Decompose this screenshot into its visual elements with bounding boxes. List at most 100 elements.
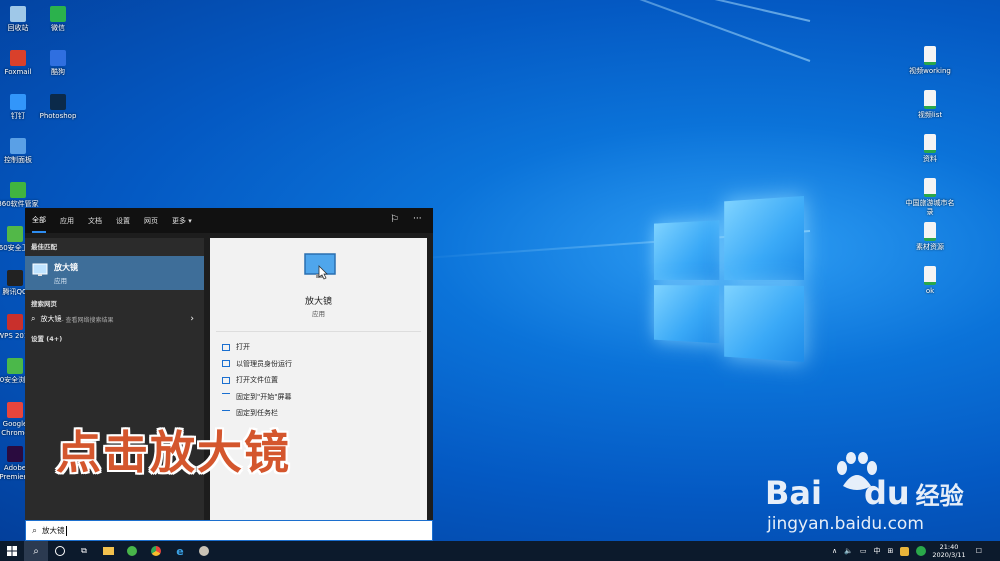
light-beam <box>133 0 811 62</box>
folder-icon <box>102 547 114 555</box>
open-icon <box>222 343 230 351</box>
best-match-subtitle: 应用 <box>54 277 67 285</box>
tab-web[interactable]: 网页 <box>144 209 158 232</box>
more-options-icon[interactable]: ··· <box>413 214 422 224</box>
desktop-file-label: ok <box>925 287 935 295</box>
feedback-icon[interactable]: ⚐ <box>390 214 399 225</box>
tab-all[interactable]: 全部 <box>32 208 46 233</box>
taskbar-ie[interactable]: e <box>168 541 192 561</box>
magnifier-large-icon <box>304 253 336 280</box>
desktop-file-label: 资料 <box>923 155 937 163</box>
ie-icon: e <box>176 544 184 558</box>
recycle-bin-icon <box>10 6 26 22</box>
kugou-icon <box>50 50 66 66</box>
desktop: 回收站微信Foxmail酷狗钉钉Photoshop控制面板360软件管家360安… <box>0 0 1000 541</box>
web-search-item[interactable]: ⌕ 放大镜 - 查看网络搜索结果 › <box>25 311 204 327</box>
notification-icon[interactable]: ☐ <box>976 547 982 555</box>
tray-chevron-up-icon[interactable]: ∧ <box>832 547 837 555</box>
action-open-file-location[interactable]: 打开文件位置 <box>210 372 427 389</box>
action-pin-start[interactable]: 固定到"开始"屏幕 <box>210 389 427 406</box>
desktop-file-label: 视频working <box>909 67 951 75</box>
chrome-icon <box>151 546 161 556</box>
desktop-shortcut[interactable]: 控制面板 <box>0 138 43 165</box>
desktop-file[interactable]: ok <box>905 266 955 296</box>
pin-icon <box>222 393 230 400</box>
tab-apps[interactable]: 应用 <box>60 209 74 232</box>
desktop-shortcut-label: 控制面板 <box>4 156 32 164</box>
detail-subtitle: 应用 <box>312 310 325 318</box>
task-view-button[interactable]: ⧉ <box>72 541 96 561</box>
desktop-file[interactable]: 视频working <box>905 46 955 76</box>
360-security-icon <box>7 226 23 242</box>
folder-icon <box>222 376 230 384</box>
windows-logo <box>654 196 804 362</box>
chevron-right-icon: › <box>190 314 194 324</box>
chrome-icon <box>7 402 23 418</box>
photoshop-icon <box>50 94 66 110</box>
settings-header[interactable]: 设置 (4+) <box>25 330 204 346</box>
shield-icon <box>222 360 230 368</box>
desktop-shortcut-label: 酷狗 <box>51 68 65 76</box>
taskbar-explorer[interactable] <box>96 541 120 561</box>
magnifier-icon <box>32 263 48 276</box>
best-match-item[interactable]: 放大镜 应用 <box>25 256 204 290</box>
360-icon <box>127 546 137 556</box>
desktop-file-label: 素材资源 <box>916 243 944 251</box>
taskbar-search-button[interactable]: ⌕ <box>24 541 48 561</box>
brand-bai: Bai <box>765 474 822 512</box>
taskbar-app[interactable] <box>192 541 216 561</box>
start-button[interactable] <box>0 541 24 561</box>
tray-app-icon[interactable] <box>900 546 910 556</box>
desktop-file[interactable]: 视频list <box>905 90 955 120</box>
ime-indicator[interactable]: 中 <box>873 546 880 556</box>
wechat-tray-icon[interactable] <box>916 546 927 556</box>
taskbar-chrome[interactable] <box>144 541 168 561</box>
cortana-button[interactable] <box>48 541 72 561</box>
detail-title: 放大镜 <box>304 297 332 307</box>
qq-icon <box>7 270 23 286</box>
text-cursor <box>65 525 67 536</box>
search-tabs: 全部 应用 文档 设置 网页 更多 ▾ ⚐ ··· <box>25 208 433 233</box>
file-icon <box>924 90 936 109</box>
tab-more[interactable]: 更多 ▾ <box>172 209 192 232</box>
tutorial-caption: 点击放大镜 <box>56 426 292 479</box>
light-beam <box>166 0 811 22</box>
taskbar-360[interactable] <box>120 541 144 561</box>
web-search-header: 搜索网页 <box>31 300 57 308</box>
control-panel-icon <box>10 138 26 154</box>
desktop-file[interactable]: 资料 <box>905 134 955 164</box>
file-icon <box>924 266 936 285</box>
app-tray-icon[interactable]: ⊞ <box>887 547 893 555</box>
clock-date: 2020/3/11 <box>932 551 966 559</box>
web-search-query: 放大镜 <box>40 315 62 323</box>
desktop-shortcut[interactable]: 360软件管家 <box>0 182 43 209</box>
desktop-shortcut[interactable]: 酷狗 <box>33 50 83 77</box>
search-icon: ⌕ <box>32 525 38 536</box>
desktop-shortcut[interactable]: Photoshop <box>33 94 83 121</box>
divider <box>216 331 421 332</box>
windows-start-icon <box>7 546 17 556</box>
dingtalk-icon <box>10 94 26 110</box>
search-input[interactable]: ⌕ 放大镜 <box>25 520 433 541</box>
network-icon[interactable]: ▭ <box>860 547 867 555</box>
desktop-file[interactable]: 中国旅游城市名录 <box>905 178 955 217</box>
app-icon <box>199 546 209 556</box>
tab-documents[interactable]: 文档 <box>88 209 102 232</box>
wechat-icon <box>50 6 66 22</box>
desktop-file[interactable]: 素材资源 <box>905 222 955 252</box>
tab-settings[interactable]: 设置 <box>116 209 130 232</box>
brand-du: du <box>863 474 910 512</box>
volume-icon[interactable]: 🔈 <box>844 547 853 555</box>
action-run-as-admin[interactable]: 以管理员身份运行 <box>210 356 427 373</box>
file-icon <box>924 178 936 197</box>
file-icon <box>924 46 936 65</box>
desktop-file-label: 视频list <box>917 111 943 119</box>
cortana-icon <box>55 546 65 556</box>
best-match-title: 放大镜 <box>54 263 78 272</box>
taskbar: ⌕ ⧉ e ∧ 🔈 ▭ 中 ⊞ 21:40 2020/3/11 ☐ <box>0 541 1000 561</box>
360-browser-icon <box>7 358 23 374</box>
desktop-shortcut-label: Photoshop <box>39 112 77 120</box>
action-open[interactable]: 打开 <box>210 339 427 356</box>
desktop-shortcut[interactable]: 微信 <box>33 6 83 33</box>
clock[interactable]: 21:40 2020/3/11 <box>932 543 965 559</box>
